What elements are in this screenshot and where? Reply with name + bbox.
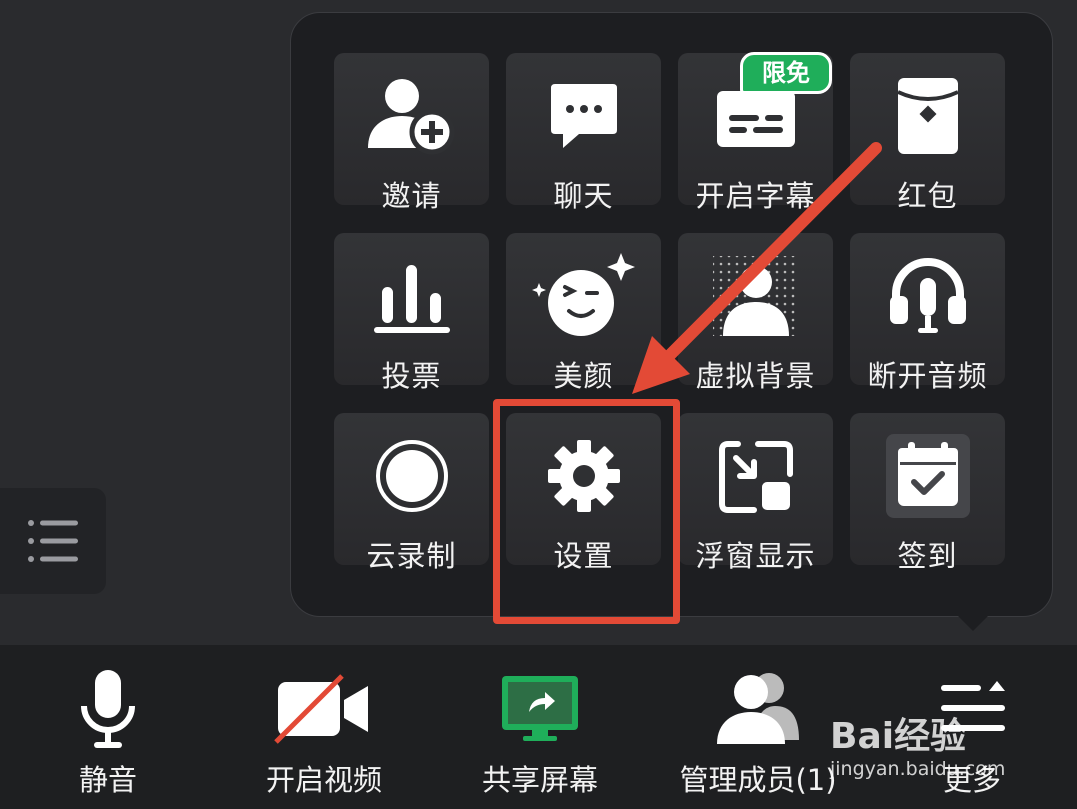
baidu-jingyan-watermark: Bai经验 jingyan.baidu.com (830, 716, 1030, 796)
share-screen-button[interactable]: 共享屏幕 (440, 645, 640, 809)
toolbar-label: 静音 (78, 763, 137, 797)
video-off-icon (274, 674, 368, 744)
microphone-icon (81, 670, 135, 748)
share-screen-icon (502, 676, 578, 741)
mute-button[interactable]: 静音 (8, 645, 208, 809)
watermark-url: jingyan.baidu.com (830, 758, 1006, 780)
start-video-button[interactable]: 开启视频 (224, 645, 424, 809)
toolbar-label: 管理成员(1) (679, 763, 837, 797)
manage-members-button[interactable]: 管理成员(1) (658, 645, 858, 809)
toolbar-label: 共享屏幕 (481, 763, 598, 797)
toolbar-label: 开启视频 (265, 763, 382, 797)
watermark-text: Bai经验 (830, 716, 967, 757)
members-icon (717, 673, 799, 744)
